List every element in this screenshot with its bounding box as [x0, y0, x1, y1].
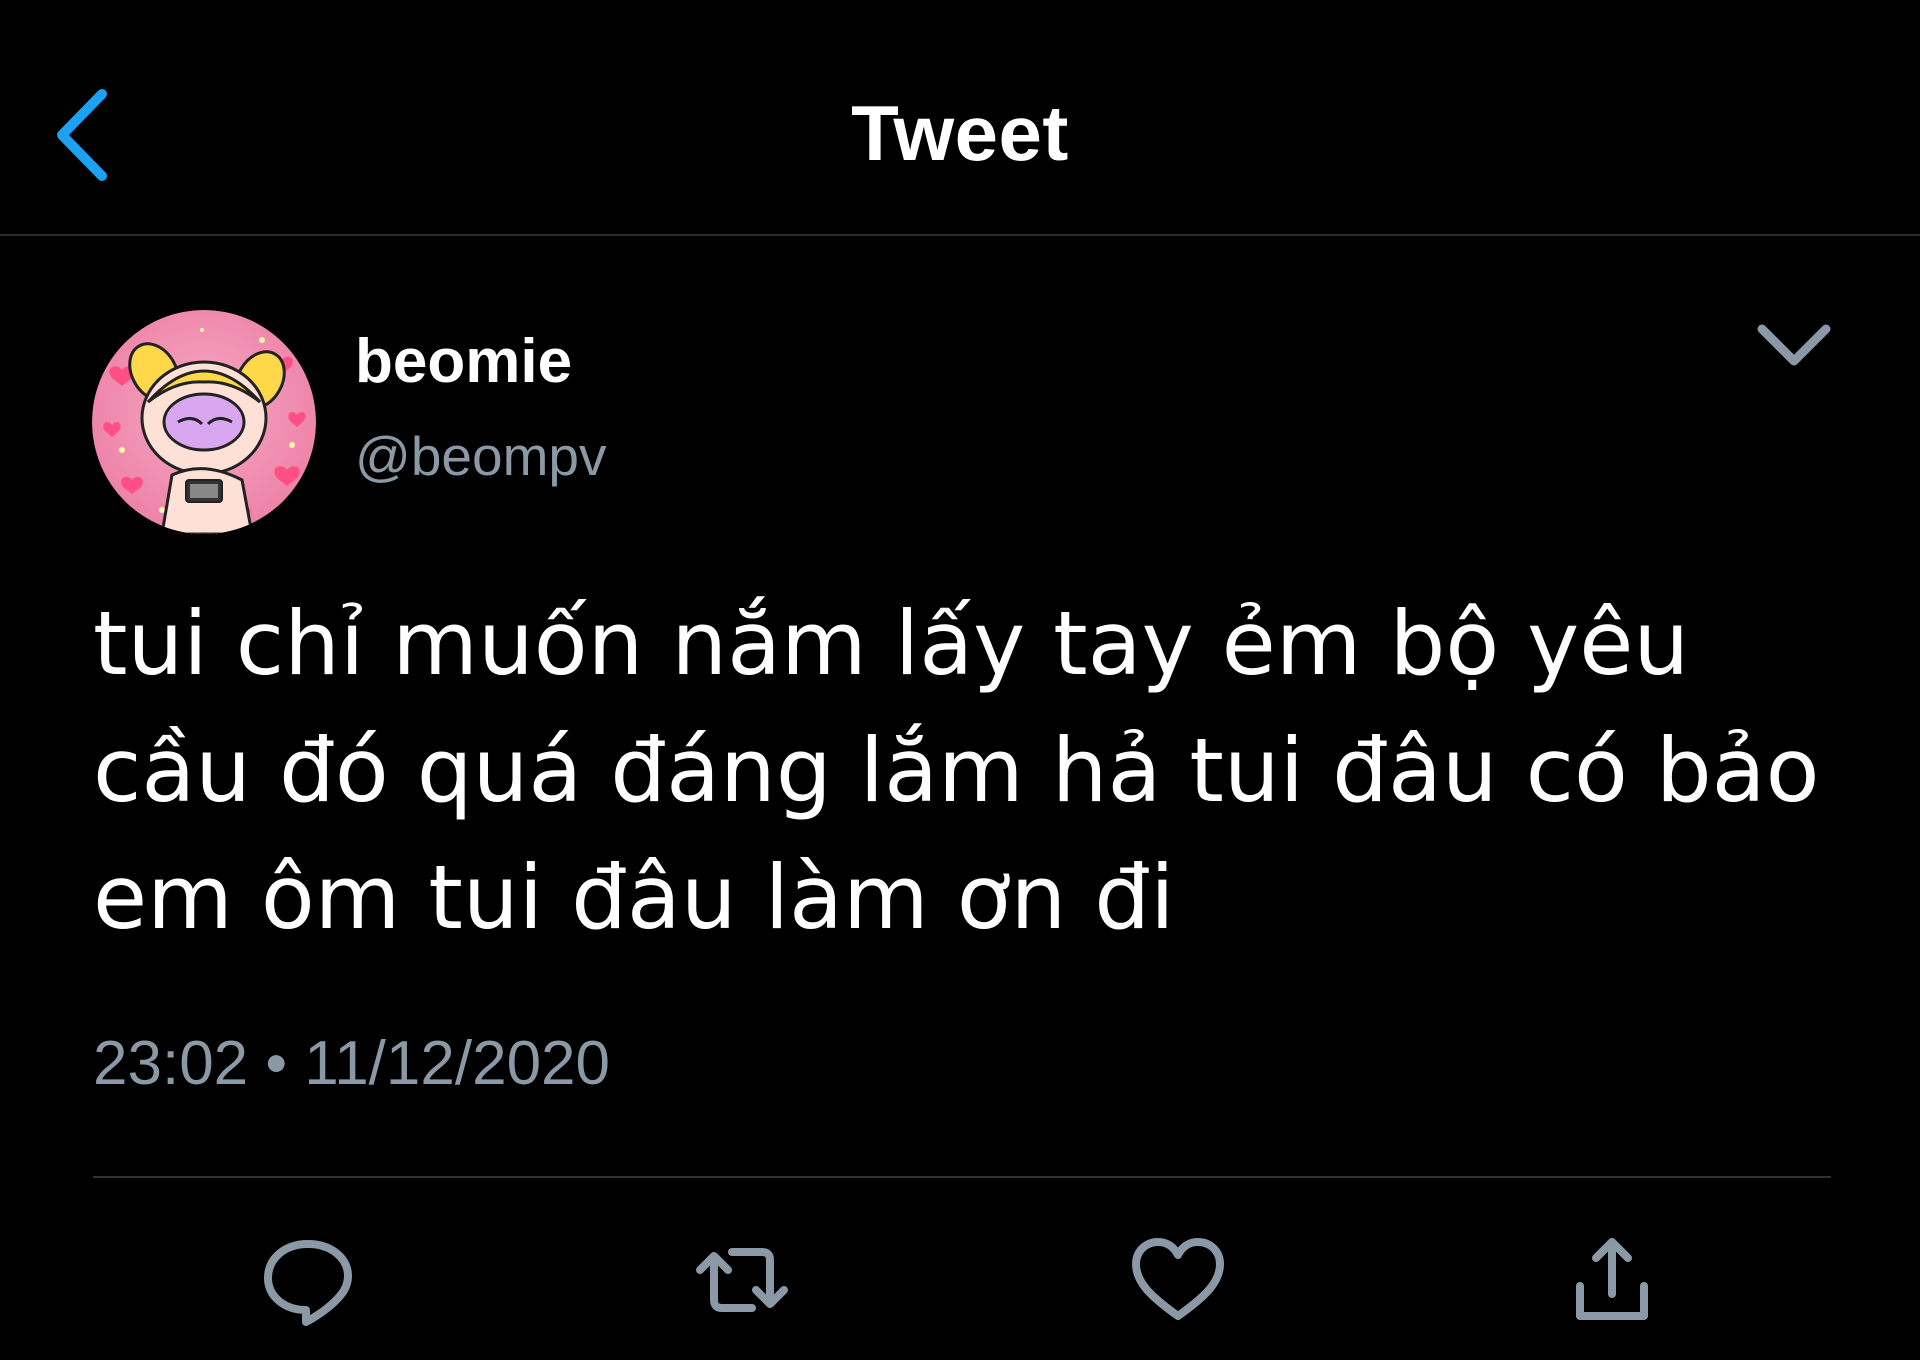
share-button[interactable]: [1562, 1230, 1662, 1330]
retweet-button[interactable]: [692, 1230, 792, 1330]
comment-icon: [264, 1240, 352, 1326]
retweet-icon: [696, 1248, 788, 1312]
author-handle[interactable]: @beompv: [355, 424, 607, 488]
tweet-timestamp[interactable]: 23:02 • 11/12/2020: [93, 1028, 610, 1099]
chevron-down-icon: [1757, 324, 1831, 366]
like-button[interactable]: [1128, 1230, 1228, 1330]
reply-button[interactable]: [258, 1230, 358, 1330]
author-display-name[interactable]: beomie: [355, 326, 572, 397]
heart-icon: [1132, 1238, 1224, 1320]
top-nav-bar: Tweet: [0, 0, 1920, 236]
more-options-button[interactable]: [1752, 315, 1836, 375]
tweet-text: tui chỉ muốn nắm lấy tay ẻm bộ yêu cầu đ…: [93, 592, 1820, 949]
avatar-image: [92, 310, 316, 534]
avatar[interactable]: [92, 310, 316, 534]
share-icon: [1576, 1238, 1648, 1320]
divider: [93, 1176, 1831, 1178]
page-title: Tweet: [851, 89, 1069, 177]
